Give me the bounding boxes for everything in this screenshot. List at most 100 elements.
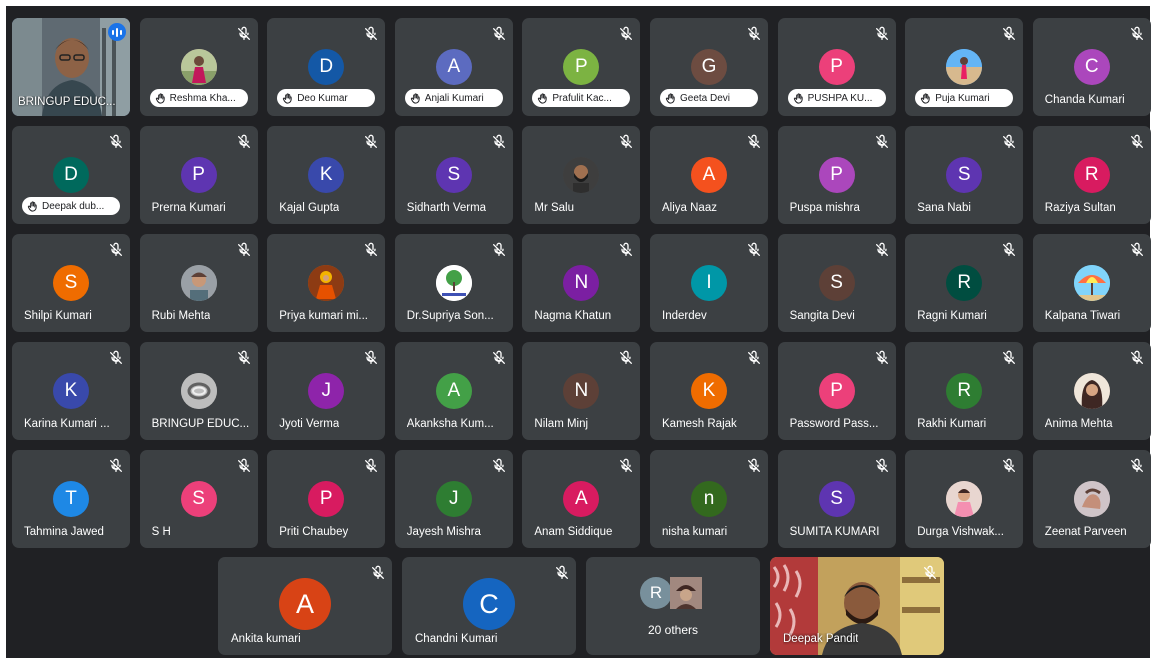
participant-tile[interactable]: J Jyoti Verma [267, 342, 386, 440]
profile-photo-avatar [670, 577, 702, 609]
mic-off-icon [1003, 26, 1016, 40]
participant-name: Mr Salu [534, 202, 575, 214]
profile-photo-avatar [946, 481, 983, 517]
participant-tile[interactable]: P Prafulit Kac... [522, 18, 641, 116]
participant-tile[interactable]: K Kajal Gupta [267, 126, 386, 224]
participant-tile[interactable]: BRINGUP EDUC... [139, 342, 258, 440]
participant-tile[interactable]: G Geeta Devi [650, 18, 768, 116]
participant-name: Rubi Mehta [151, 310, 211, 322]
participant-name: Priti Chaubey [279, 526, 349, 538]
raised-hand-icon [283, 92, 292, 104]
participant-tile[interactable]: S Sangita Devi [777, 234, 896, 332]
participant-name: Sidharth Verma [406, 202, 487, 214]
mic-off-icon [110, 134, 122, 148]
participant-tile[interactable]: Deepak Pandit [770, 557, 944, 655]
profile-photo-avatar [1073, 373, 1110, 409]
initial-avatar: C [463, 578, 515, 630]
raised-hand-badge: Deepak dub... [22, 197, 120, 215]
participant-name: Nilam Minj [534, 418, 589, 430]
participant-name: Sana Nabi [917, 202, 971, 214]
others-avatar-stack: R [640, 577, 710, 611]
participant-tile[interactable]: S S H [139, 450, 258, 548]
participant-name: Ragni Kumari [917, 310, 987, 322]
initial-avatar: C [1073, 49, 1110, 85]
participant-tile[interactable]: R Raziya Sultan [1032, 126, 1151, 224]
participant-tile[interactable]: A Ankita kumari [218, 557, 392, 655]
mic-off-icon [620, 26, 633, 40]
participant-tile[interactable]: Reshma Kha... [139, 18, 258, 116]
participant-tile[interactable]: R Ragni Kumari [905, 234, 1024, 332]
mic-off-icon [1130, 458, 1143, 472]
mic-off-icon [237, 134, 250, 148]
participant-tile[interactable]: D Deo Kumar [267, 18, 386, 116]
participant-tile[interactable]: K Karina Kumari ... [12, 342, 130, 440]
participant-tile[interactable]: Anima Mehta [1032, 342, 1151, 440]
initial-avatar: P [818, 373, 855, 409]
participant-tile[interactable]: n nisha kumari [650, 450, 768, 548]
participant-name: BRINGUP EDUC... [18, 96, 116, 108]
mic-off-icon [620, 458, 633, 472]
mic-off-icon [1003, 134, 1016, 148]
initial-avatar: A [435, 373, 472, 409]
initial-avatar: R [946, 265, 983, 301]
participant-tile[interactable]: Priya kumari mi... [267, 234, 386, 332]
participant-tile[interactable]: A Anjali Kumari [394, 18, 513, 116]
initial-avatar: N [563, 373, 600, 409]
participant-tile[interactable]: Zeenat Parveen [1032, 450, 1151, 548]
mic-off-icon [237, 458, 250, 472]
participant-tile[interactable]: S Sidharth Verma [394, 126, 513, 224]
participant-tile[interactable]: BRINGUP EDUC... [12, 18, 130, 116]
mic-off-icon [556, 565, 568, 579]
participant-tile[interactable]: C Chanda Kumari [1032, 18, 1151, 116]
mic-off-icon [365, 134, 378, 148]
participant-tile[interactable]: N Nagma Khatun [522, 234, 641, 332]
participant-tile[interactable]: A Aliya Naaz [650, 126, 768, 224]
participant-tile[interactable]: S SUMITA KUMARI [777, 450, 896, 548]
participant-tile[interactable]: P Prerna Kumari [139, 126, 258, 224]
others-tile[interactable]: R 20 others [586, 557, 760, 655]
participant-name: BRINGUP EDUC... [151, 418, 250, 430]
participant-tile[interactable]: R Rakhi Kumari [905, 342, 1024, 440]
mic-off-icon [110, 350, 122, 364]
participant-tile[interactable]: I Inderdev [650, 234, 768, 332]
initial-avatar: R [1073, 157, 1110, 193]
participant-name: Kalpana Tiwari [1044, 310, 1121, 322]
participant-tile[interactable]: Kalpana Tiwari [1032, 234, 1151, 332]
participant-name: Jayesh Mishra [406, 526, 481, 538]
participant-tile[interactable]: K Kamesh Rajak [650, 342, 768, 440]
participant-tile[interactable]: D Deepak dub... [12, 126, 130, 224]
raised-hand-badge: Prafulit Kac... [532, 89, 631, 107]
participant-tile[interactable]: P Puspa mishra [777, 126, 896, 224]
participant-tile[interactable]: A Anam Siddique [522, 450, 641, 548]
raised-hand-badge: Anjali Kumari [404, 89, 503, 107]
others-count-label: 20 others [647, 623, 699, 637]
participant-tile[interactable]: P PUSHPA KU... [777, 18, 896, 116]
participant-tile[interactable]: N Nilam Minj [522, 342, 641, 440]
mic-off-icon [748, 26, 760, 40]
participant-name: Deo Kumar [297, 92, 348, 104]
participant-tile[interactable]: C Chandni Kumari [402, 557, 576, 655]
participant-name: Chanda Kumari [1044, 94, 1125, 106]
participant-tile[interactable]: S Shilpi Kumari [12, 234, 130, 332]
participant-tile[interactable]: Mr Salu [522, 126, 641, 224]
participant-name: S H [151, 526, 171, 538]
participant-tile[interactable]: P Password Pass... [777, 342, 896, 440]
mic-off-icon [492, 134, 505, 148]
participant-tile[interactable]: Dr.Supriya Son... [394, 234, 513, 332]
participant-tile[interactable]: S Sana Nabi [905, 126, 1024, 224]
raised-hand-icon [793, 92, 803, 104]
mic-off-icon [492, 350, 505, 364]
participant-tile[interactable]: Puja Kumari [905, 18, 1024, 116]
initial-avatar: P [308, 481, 345, 517]
mic-off-icon [1130, 26, 1143, 40]
participant-tile[interactable]: J Jayesh Mishra [394, 450, 513, 548]
participant-tile[interactable]: Rubi Mehta [139, 234, 258, 332]
mic-off-icon [875, 26, 888, 40]
participant-tile[interactable]: Durga Vishwak... [905, 450, 1024, 548]
participant-name: Puja Kumari [935, 92, 990, 104]
participant-tile[interactable]: A Akanksha Kum... [394, 342, 513, 440]
participant-tile[interactable]: T Tahmina Jawed [12, 450, 130, 548]
participant-name: Prerna Kumari [151, 202, 226, 214]
participant-tile[interactable]: P Priti Chaubey [267, 450, 386, 548]
initial-avatar: J [435, 481, 472, 517]
